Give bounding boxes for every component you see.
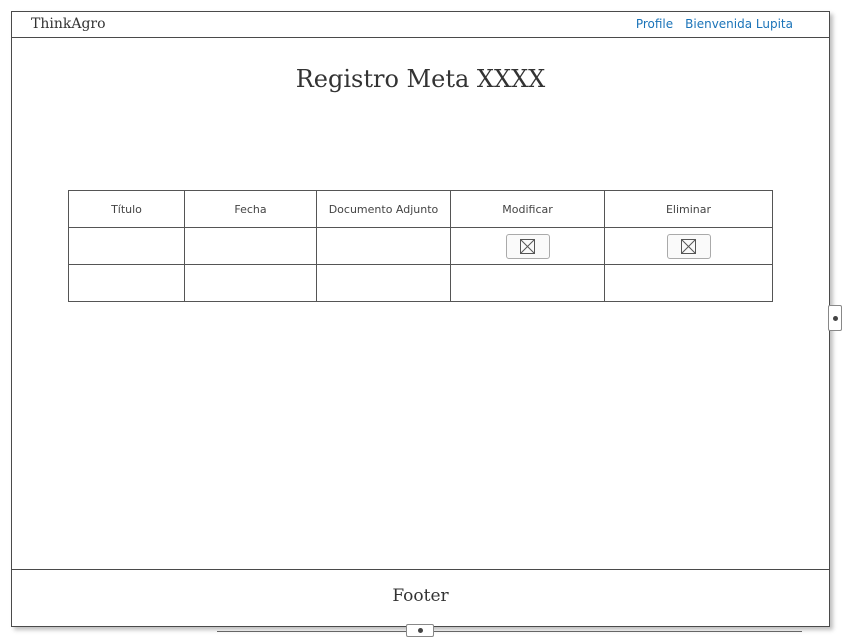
modify-button[interactable] xyxy=(505,233,550,259)
vertical-scroll-handle[interactable] xyxy=(828,305,842,331)
cell-modificar xyxy=(450,227,605,265)
cell-fecha xyxy=(184,227,317,265)
header-bar: ThinkAgro Profile Bienvenida Lupita xyxy=(12,12,829,38)
footer-label: Footer xyxy=(392,586,449,606)
cell-eliminar xyxy=(604,264,773,302)
page-title: Registro Meta XXXX xyxy=(295,65,546,93)
browser-window: ThinkAgro Profile Bienvenida Lupita Regi… xyxy=(11,11,830,627)
scroll-grip-icon xyxy=(417,628,423,633)
horizontal-scroll-handle[interactable] xyxy=(406,624,434,637)
image-placeholder-icon xyxy=(520,238,535,254)
table-row xyxy=(68,264,773,302)
welcome-user-link[interactable]: Bienvenida Lupita xyxy=(685,17,793,31)
header-nav: Profile Bienvenida Lupita xyxy=(636,17,793,31)
column-header-modificar: Modificar xyxy=(450,190,605,228)
records-table: Título Fecha Documento Adjunto Modificar… xyxy=(68,190,773,302)
table-header-row: Título Fecha Documento Adjunto Modificar… xyxy=(68,190,773,228)
column-header-titulo: Título xyxy=(68,190,185,228)
cell-titulo xyxy=(68,264,185,302)
profile-link[interactable]: Profile xyxy=(636,17,673,31)
image-placeholder-icon xyxy=(681,238,696,254)
cell-documento xyxy=(316,227,451,265)
footer: Footer xyxy=(12,569,829,627)
delete-button[interactable] xyxy=(666,233,711,259)
column-header-documento: Documento Adjunto xyxy=(316,190,451,228)
cell-modificar xyxy=(450,264,605,302)
brand-logo[interactable]: ThinkAgro xyxy=(31,16,106,32)
cell-documento xyxy=(316,264,451,302)
scroll-grip-icon xyxy=(832,315,838,321)
cell-titulo xyxy=(68,227,185,265)
horizontal-scrollbar-track xyxy=(217,631,802,632)
column-header-eliminar: Eliminar xyxy=(604,190,773,228)
table-row xyxy=(68,227,773,265)
cell-fecha xyxy=(184,264,317,302)
column-header-fecha: Fecha xyxy=(184,190,317,228)
cell-eliminar xyxy=(604,227,773,265)
